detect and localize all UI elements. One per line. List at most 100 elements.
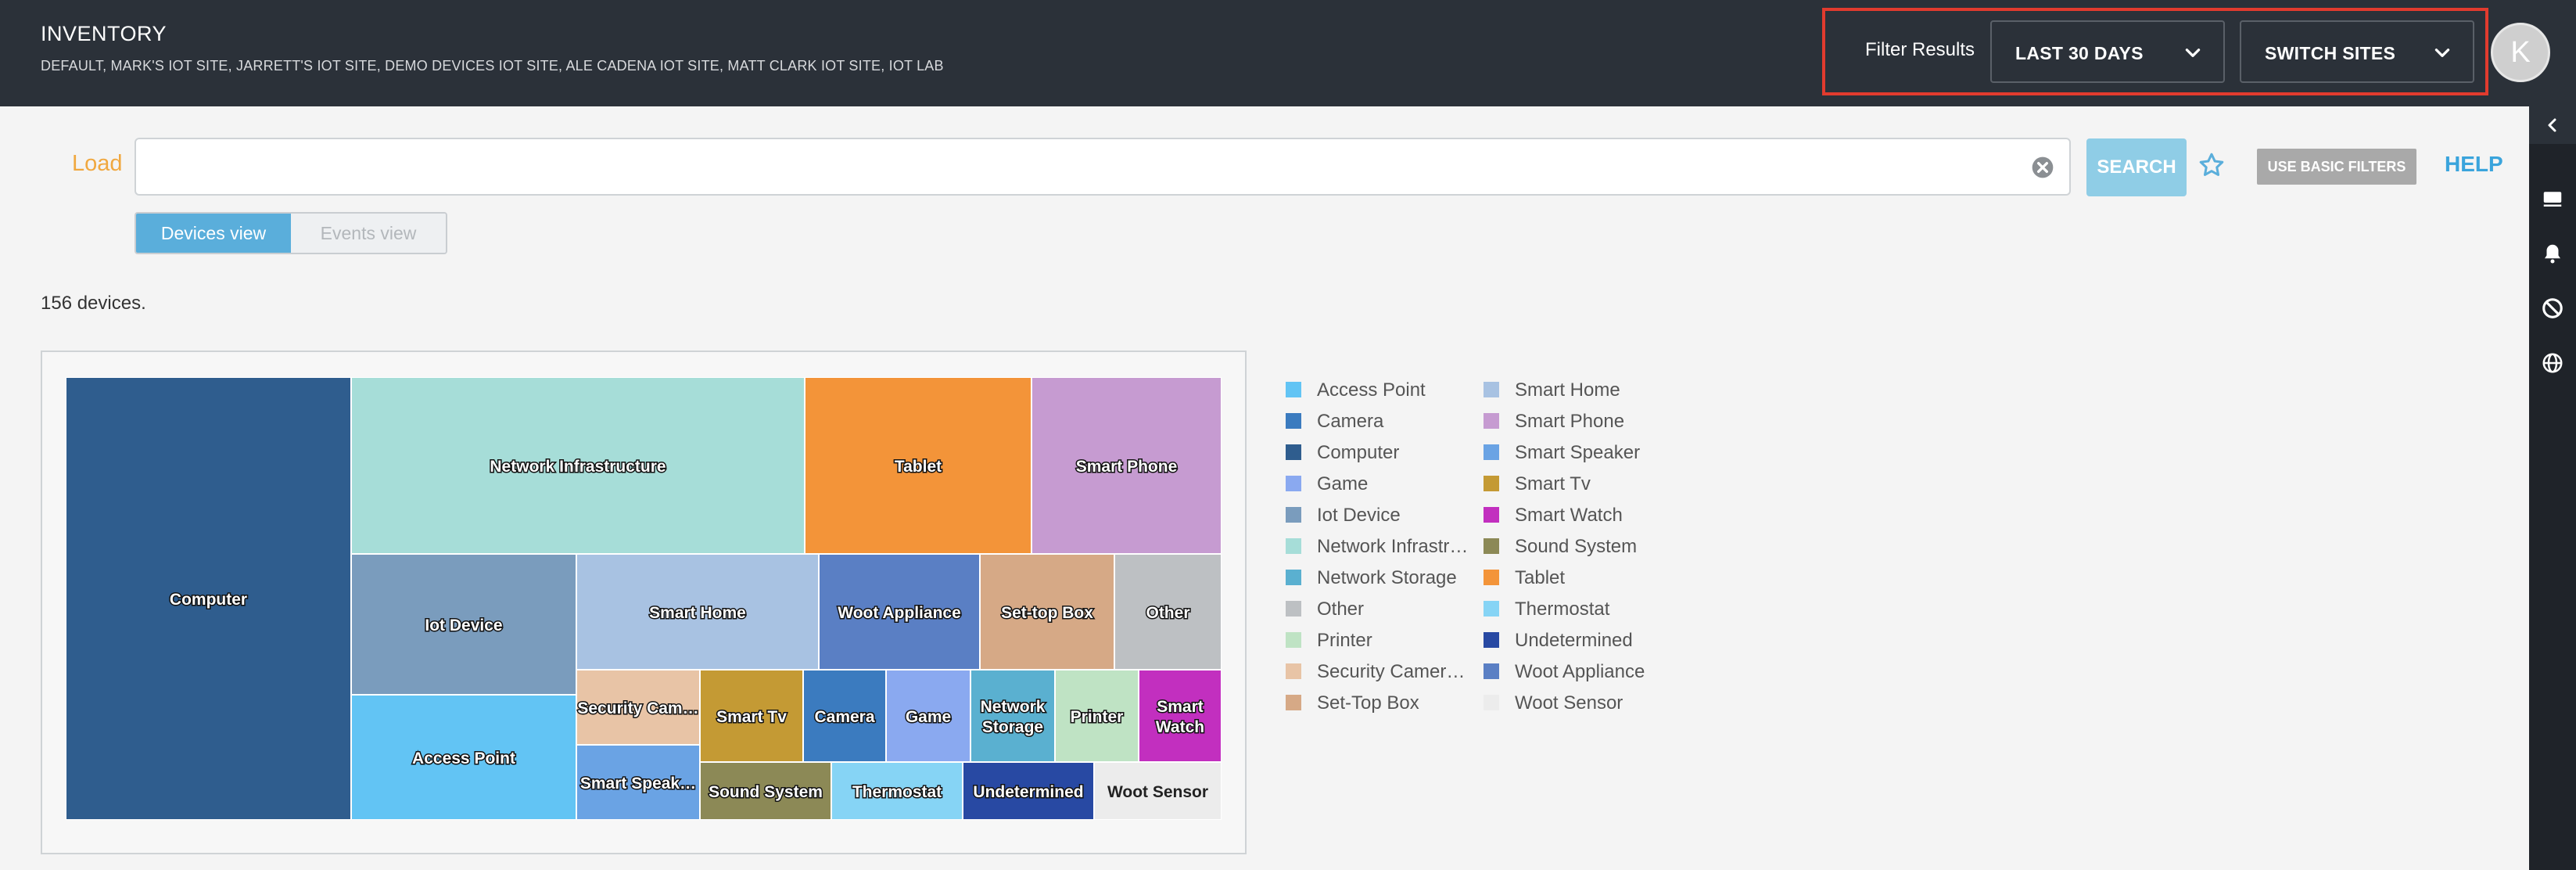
treemap-tile-label: Iot Device bbox=[425, 617, 502, 635]
treemap-tile-label: Other bbox=[1146, 604, 1189, 622]
legend-swatch bbox=[1484, 413, 1499, 429]
legend-item[interactable]: Smart Watch bbox=[1484, 505, 1623, 526]
legend-item[interactable]: Undetermined bbox=[1484, 630, 1633, 651]
legend-item[interactable]: Smart Phone bbox=[1484, 411, 1624, 432]
user-avatar[interactable]: K bbox=[2491, 23, 2550, 82]
treemap-tile-iot-device[interactable]: Iot Device bbox=[350, 553, 577, 696]
chart-legend: Access Point Camera Computer Game Iot Device… bbox=[1286, 379, 1645, 714]
treemap-tile-tablet[interactable]: Tablet bbox=[804, 377, 1032, 555]
treemap-tile-label: Network bbox=[981, 698, 1046, 716]
treemap-tile-label: Sound System bbox=[709, 783, 823, 801]
legend-item[interactable]: Access Point bbox=[1286, 379, 1426, 401]
search-button[interactable]: SEARCH bbox=[2086, 138, 2187, 196]
treemap-tile-label: Access Point bbox=[412, 750, 515, 768]
treemap-tile-smart-home[interactable]: Smart Home bbox=[576, 553, 820, 670]
legend-swatch bbox=[1484, 476, 1499, 491]
legend-label: Smart Home bbox=[1515, 379, 1620, 401]
site-list: DEFAULT, MARK'S IOT SITE, JARRETT'S IOT … bbox=[41, 58, 944, 74]
legend-item[interactable]: Smart Tv bbox=[1484, 473, 1591, 494]
legend-item[interactable]: Security Camer… bbox=[1286, 661, 1465, 682]
legend-swatch bbox=[1286, 507, 1301, 523]
legend-item[interactable]: Thermostat bbox=[1484, 599, 1610, 620]
rail-devices-button[interactable] bbox=[2529, 177, 2576, 221]
treemap-tile-thermostat[interactable]: Thermostat bbox=[831, 761, 963, 820]
legend-item[interactable]: Woot Sensor bbox=[1484, 692, 1623, 714]
legend-item[interactable]: Game bbox=[1286, 473, 1368, 494]
treemap-tile-smart-tv[interactable]: Smart Tv bbox=[699, 669, 804, 763]
treemap-tile-access-point[interactable]: Access Point bbox=[350, 694, 577, 820]
legend-item[interactable]: Woot Appliance bbox=[1484, 661, 1645, 682]
treemap-tile-label: Tablet bbox=[895, 458, 942, 476]
load-label[interactable]: Load bbox=[72, 151, 123, 177]
treemap-tile-computer[interactable]: Computer bbox=[66, 377, 352, 820]
legend-item[interactable]: Iot Device bbox=[1286, 505, 1401, 526]
query-input[interactable] bbox=[135, 138, 2071, 196]
treemap-tile-game[interactable]: Game bbox=[885, 669, 971, 763]
legend-swatch bbox=[1484, 695, 1499, 710]
chevron-left-icon bbox=[2548, 118, 2556, 132]
treemap-tile-smart-phone[interactable]: Smart Phone bbox=[1031, 377, 1222, 555]
treemap-tile-set-top-box[interactable]: Set-top Box bbox=[979, 553, 1115, 670]
rail-globe-button[interactable] bbox=[2529, 341, 2576, 385]
clear-circle-icon[interactable] bbox=[2030, 155, 2055, 180]
legend-item[interactable]: Printer bbox=[1286, 630, 1372, 651]
treemap-tile-label: Smart Phone bbox=[1076, 458, 1178, 476]
use-basic-filters-button[interactable]: USE BASIC FILTERS bbox=[2257, 149, 2416, 185]
treemap-tile-sound-system[interactable]: Sound System bbox=[699, 761, 832, 820]
legend-item[interactable]: Tablet bbox=[1484, 567, 1565, 588]
legend-swatch bbox=[1484, 507, 1499, 523]
treemap-tile-network-storage[interactable]: Network Storage bbox=[970, 669, 1056, 763]
legend-item[interactable]: Other bbox=[1286, 599, 1364, 620]
legend-label: Undetermined bbox=[1515, 630, 1633, 651]
legend-item[interactable]: Network Infrastr… bbox=[1286, 536, 1468, 557]
switch-sites-dropdown[interactable]: SWITCH SITES bbox=[2240, 20, 2474, 83]
date-range-label: LAST 30 DAYS bbox=[2015, 43, 2144, 63]
legend-item[interactable]: Network Storage bbox=[1286, 567, 1457, 588]
switch-sites-label: SWITCH SITES bbox=[2265, 43, 2396, 63]
filter-results-label: Filter Results bbox=[1865, 39, 1975, 60]
device-treemap: Computer Network Infrastructure Tablet Smar… bbox=[66, 377, 1222, 820]
view-toggle: Devices view Events view bbox=[135, 212, 447, 254]
legend-label: Network Infrastr… bbox=[1317, 536, 1468, 557]
rail-alerts-button[interactable] bbox=[2529, 232, 2576, 275]
treemap-tile-camera[interactable]: Camera bbox=[802, 669, 887, 763]
legend-item[interactable]: Camera bbox=[1286, 411, 1384, 432]
legend-swatch bbox=[1286, 695, 1301, 710]
rail-block-button[interactable] bbox=[2529, 286, 2576, 330]
treemap-tile-woot-sensor[interactable]: Woot Sensor bbox=[1093, 761, 1222, 820]
treemap-tile-security-cam[interactable]: Security Cam… bbox=[576, 669, 701, 746]
treemap-tile-label: Thermostat bbox=[852, 783, 942, 801]
devices-view-tab[interactable]: Devices view bbox=[136, 214, 291, 253]
legend-item[interactable]: Set-Top Box bbox=[1286, 692, 1419, 714]
treemap-tile-undetermined[interactable]: Undetermined bbox=[962, 761, 1095, 820]
treemap-tile-label: Smart Home bbox=[649, 604, 746, 622]
legend-item[interactable]: Sound System bbox=[1484, 536, 1637, 557]
date-range-dropdown[interactable]: LAST 30 DAYS bbox=[1990, 20, 2225, 83]
treemap-tile-label: Camera bbox=[814, 708, 874, 726]
legend-label: Iot Device bbox=[1317, 505, 1401, 526]
rail-collapse-button[interactable] bbox=[2529, 106, 2576, 144]
treemap-tile-label: Storage bbox=[982, 718, 1043, 736]
treemap-tile-woot-appliance[interactable]: Woot Appliance bbox=[818, 553, 981, 670]
legend-swatch bbox=[1484, 601, 1499, 617]
legend-item[interactable]: Smart Speaker bbox=[1484, 442, 1640, 463]
treemap-tile-smart-watch[interactable]: Smart Watch bbox=[1138, 669, 1222, 763]
star-icon[interactable] bbox=[2197, 151, 2226, 179]
treemap-tile-label: Printer bbox=[1071, 708, 1124, 726]
legend-label: Woot Sensor bbox=[1515, 692, 1623, 714]
treemap-tile-other[interactable]: Other bbox=[1114, 553, 1222, 670]
legend-swatch bbox=[1484, 570, 1499, 585]
treemap-tile-printer[interactable]: Printer bbox=[1054, 669, 1139, 763]
legend-swatch bbox=[1484, 663, 1499, 679]
legend-item[interactable]: Computer bbox=[1286, 442, 1399, 463]
device-count: 156 devices. bbox=[41, 293, 146, 314]
treemap-tile-network-infrastructure[interactable]: Network Infrastructure bbox=[350, 377, 805, 555]
legend-label: Game bbox=[1317, 473, 1368, 494]
chevron-down-icon bbox=[2185, 49, 2201, 57]
legend-item[interactable]: Smart Home bbox=[1484, 379, 1620, 401]
legend-label: Computer bbox=[1317, 442, 1399, 463]
events-view-tab[interactable]: Events view bbox=[291, 214, 446, 253]
help-link[interactable]: HELP bbox=[2445, 152, 2503, 177]
legend-swatch bbox=[1286, 382, 1301, 397]
treemap-tile-smart-speak[interactable]: Smart Speak… bbox=[576, 744, 701, 820]
